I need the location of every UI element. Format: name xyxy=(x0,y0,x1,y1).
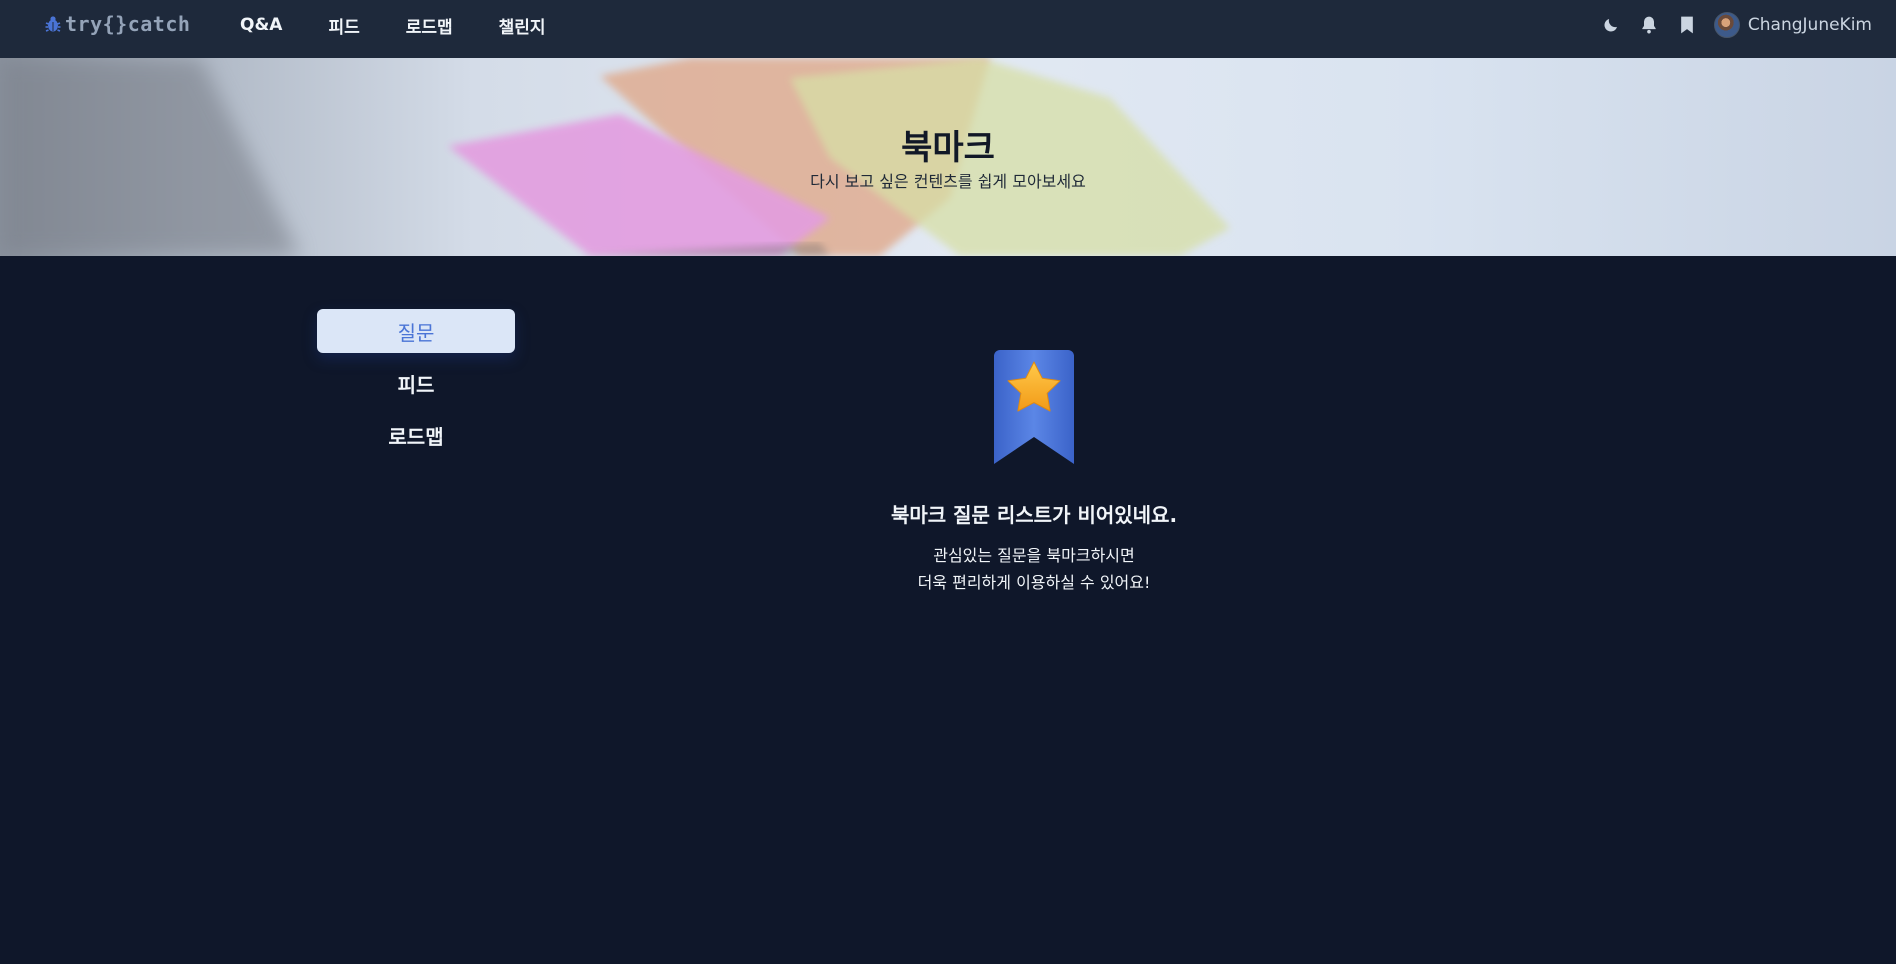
nav-link-feed[interactable]: 피드 xyxy=(328,13,359,38)
nav-link-qna[interactable]: Q&A xyxy=(240,15,282,35)
empty-state-line-1: 관심있는 질문을 북마크하시면 xyxy=(933,546,1135,565)
bell-icon[interactable] xyxy=(1638,14,1660,36)
tab-questions[interactable]: 질문 xyxy=(317,309,515,353)
bug-icon xyxy=(45,16,61,32)
page-title: 북마크 xyxy=(901,128,995,168)
page-subtitle: 다시 보고 싶은 컨텐츠를 쉽게 모아보세요 xyxy=(810,172,1086,191)
empty-state-line-2: 더욱 편리하게 이용하실 수 있어요! xyxy=(917,573,1151,592)
tab-feed[interactable]: 피드 xyxy=(317,361,515,405)
bookmark-category-menu: 질문 피드 로드맵 xyxy=(317,309,515,465)
nav-link-roadmap[interactable]: 로드맵 xyxy=(406,13,453,38)
top-navbar: try{}catch Q&A 피드 로드맵 챌린지 ChangJuneKim xyxy=(0,0,1896,58)
avatar[interactable] xyxy=(1713,12,1740,38)
empty-state-description: 관심있는 질문을 북마크하시면 더욱 편리하게 이용하실 수 있어요! xyxy=(834,542,1234,596)
empty-state-title: 북마크 질문 리스트가 비어있네요. xyxy=(890,503,1178,527)
moon-icon[interactable] xyxy=(1600,14,1622,36)
logo[interactable]: try{}catch xyxy=(43,12,190,36)
nav-link-challenge[interactable]: 챌린지 xyxy=(499,13,546,38)
empty-state: 북마크 질문 리스트가 비어있네요. 관심있는 질문을 북마크하시면 더욱 편리… xyxy=(834,350,1234,596)
main-nav: Q&A 피드 로드맵 챌린지 xyxy=(240,0,592,50)
bookmark-star-icon xyxy=(994,350,1074,464)
logo-text: try{}catch xyxy=(65,12,191,36)
username[interactable]: ChangJuneKim xyxy=(1748,15,1872,35)
bookmark-icon[interactable] xyxy=(1676,14,1698,36)
tab-roadmap[interactable]: 로드맵 xyxy=(317,413,515,457)
user-actions: ChangJuneKim xyxy=(1584,0,1872,50)
page-banner: 북마크 다시 보고 싶은 컨텐츠를 쉽게 모아보세요 xyxy=(0,58,1896,256)
